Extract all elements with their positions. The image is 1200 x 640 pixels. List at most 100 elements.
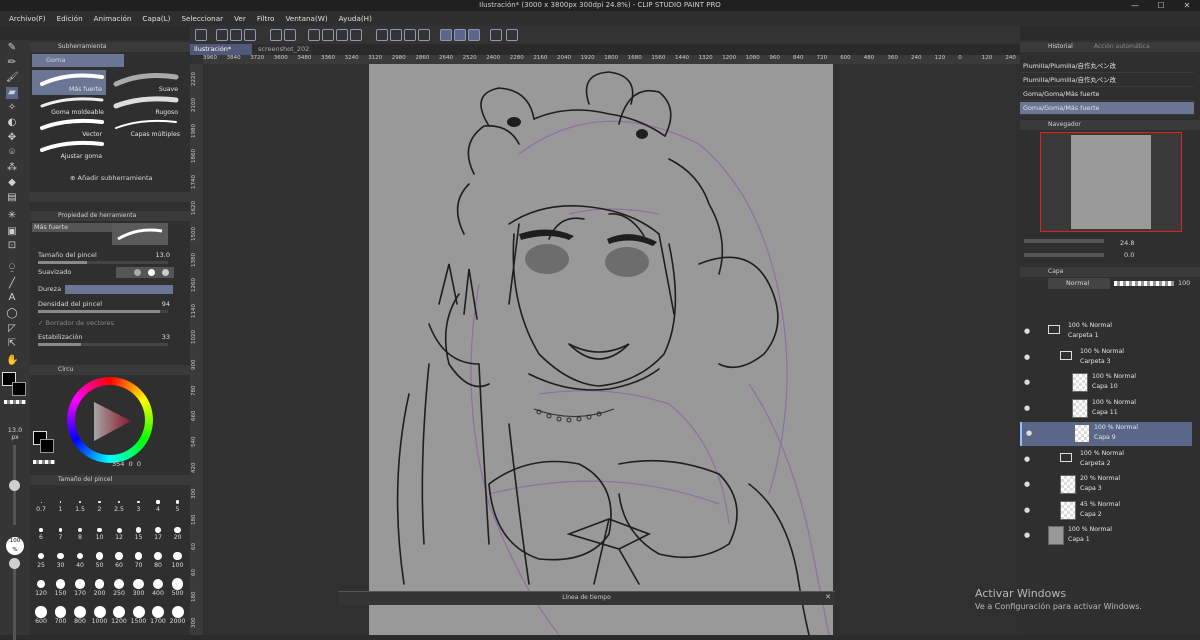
minimize-button[interactable]: — [1124,0,1146,11]
brush-size-preset[interactable]: 70 [130,544,148,571]
brush-size-preset[interactable]: 1000 [91,600,109,627]
brush-size-preset[interactable]: 170 [71,572,89,599]
menu-animacion[interactable]: Animación [94,14,132,23]
save-icon[interactable] [244,29,256,41]
history-item[interactable]: Goma/Goma/Más fuerte [1020,88,1194,101]
navigator-rotate-slider[interactable] [1024,253,1104,257]
brush-size-preset[interactable]: 0.7 [32,488,50,515]
brush-size-preset[interactable]: 300 [130,572,148,599]
navigator-rotate-value[interactable]: 0.0 [1124,251,1134,259]
density-row[interactable]: Densidad del pincel 94 [38,300,188,313]
undo-icon[interactable] [270,29,282,41]
maximize-button[interactable]: ☐ [1150,0,1172,11]
navigator-zoom-value[interactable]: 24.8 [1120,239,1134,247]
brush-vector[interactable]: Vector [32,118,106,140]
brush-size-preset[interactable]: 200 [91,572,109,599]
brush-size-preset[interactable]: 2000 [169,600,187,627]
brush-size-preset[interactable]: 6 [32,516,50,543]
app-icon[interactable] [195,29,207,41]
device-icon[interactable] [490,29,502,41]
layer-folder-row[interactable]: ● 100 % Normal Carpeta 1 [1020,320,1192,344]
brush-rugoso[interactable]: Rugoso [108,96,182,118]
paint-bucket-icon[interactable] [336,29,348,41]
pen-tool-icon[interactable]: ✎ [6,42,18,54]
layer-row[interactable]: ● 20 % Normal Capa 3 [1020,473,1192,497]
menu-edicion[interactable]: Edición [57,14,83,23]
blend-tool-icon[interactable]: ◐ [6,117,18,129]
new-file-icon[interactable] [216,29,228,41]
hardness-row[interactable]: Dureza [38,285,188,297]
color-sub-swatch[interactable] [40,439,54,453]
brush-size-preset[interactable]: 250 [110,572,128,599]
correct-tool-icon[interactable]: ⇱ [6,338,18,350]
layer-folder-row[interactable]: ● 100 % Normal Carpeta 3 [1020,346,1192,370]
layer-header[interactable]: Capa [1020,267,1200,277]
brush-size-preset[interactable]: 1200 [110,600,128,627]
brush-size-preset[interactable]: 400 [149,572,167,599]
brush-size-preset[interactable]: 1.5 [71,488,89,515]
history-item[interactable]: Plumilla/Plumilla/自作丸ペン改 [1020,74,1194,87]
brush-size-preset[interactable]: 25 [32,544,50,571]
grid-icon[interactable] [376,29,388,41]
brush-size-preset[interactable]: 7 [52,516,70,543]
brush-size-preset[interactable]: 60 [110,544,128,571]
sparkle-tool-icon[interactable]: ✳ [6,210,18,222]
layer-opacity-value[interactable]: 100 [1178,279,1190,287]
line-tool-icon[interactable]: ╱ [6,278,18,290]
hand-tool-icon[interactable]: ✋ [6,355,18,367]
brush-size-preset[interactable]: 80 [149,544,167,571]
visibility-eye-icon[interactable]: ● [1024,378,1030,386]
fill-icon[interactable] [322,29,334,41]
brush-size-preset[interactable]: 2.5 [110,488,128,515]
brush-size-preset[interactable]: 2 [91,488,109,515]
layer-row[interactable]: ● 45 % Normal Capa 2 [1020,499,1192,523]
tool-property-header[interactable]: Propiedad de herramienta [30,211,190,221]
text-tool-icon[interactable]: A [6,292,18,304]
brush-size-preset[interactable]: 800 [71,600,89,627]
brush-size-preset[interactable]: 15 [130,516,148,543]
visibility-eye-icon[interactable]: ● [1026,429,1032,437]
density-value[interactable]: 94 [162,300,170,308]
visibility-eye-icon[interactable]: ● [1024,327,1030,335]
stroke-medium-icon[interactable] [454,29,466,41]
menu-ayuda[interactable]: Ayuda(H) [339,14,372,23]
brush-size-row[interactable]: Tamaño del pincel 13.0 [38,251,188,264]
tab-screenshot[interactable]: screenshot_202 [254,44,312,55]
tab-ilustracion[interactable]: Ilustración* [190,44,252,55]
brush-size-panel-header[interactable]: Tamaño del pincel [30,475,190,485]
color-wheel-header[interactable]: Círcu [30,365,190,375]
timeline-bar[interactable]: Línea de tiempo ✕ [338,591,835,605]
brush-size-preset[interactable]: 10 [91,516,109,543]
stabilization-value[interactable]: 33 [162,333,170,341]
eyedropper-tool-icon[interactable]: ⍜ [6,262,18,274]
drawing-canvas[interactable] [369,64,833,636]
balloon-tool-icon[interactable]: ◯ [6,308,18,320]
visibility-eye-icon[interactable]: ● [1024,353,1030,361]
brush-size-preset[interactable]: 500 [169,572,187,599]
brush-size-preset[interactable]: 1700 [149,600,167,627]
stabilization-row[interactable]: Estabilización 33 [38,333,188,346]
selection-icon[interactable] [350,29,362,41]
history-item-selected[interactable]: Goma/Goma/Más fuerte [1020,102,1194,115]
layer-row[interactable]: ● 100 % Normal Capa 1 [1020,524,1192,548]
help-icon[interactable] [506,29,518,41]
hardness-bar[interactable] [65,285,173,294]
clear-icon[interactable] [308,29,320,41]
menu-archivo[interactable]: Archivo(F) [9,14,46,23]
brush-size-preset[interactable]: 5 [169,488,187,515]
vector-eraser-row[interactable]: ✓ Borrador de vectores [38,319,188,331]
color-wheel[interactable] [67,377,153,463]
brush-size-preset[interactable]: 150 [52,572,70,599]
blend-mode-select[interactable]: Normal [1048,278,1110,289]
gradient-tool-icon[interactable]: ▤ [6,192,18,204]
lasso-tool-icon[interactable]: ⌾ [6,147,18,159]
ruler-tool-icon[interactable]: ⊡ [6,240,18,252]
stroke-smooth-icon[interactable] [440,29,452,41]
sub-color-swatch[interactable] [12,382,26,396]
layer-row[interactable]: ● 100 % Normal Capa 9 [1020,422,1192,446]
visibility-eye-icon[interactable]: ● [1024,531,1030,539]
brush-capas-multiples[interactable]: Capas múltiples [108,118,182,140]
brush-size-preset[interactable]: 30 [52,544,70,571]
shape-tool-icon[interactable]: ◸ [6,323,18,335]
tab-accion-automatica[interactable]: Acción automática [1094,43,1150,50]
